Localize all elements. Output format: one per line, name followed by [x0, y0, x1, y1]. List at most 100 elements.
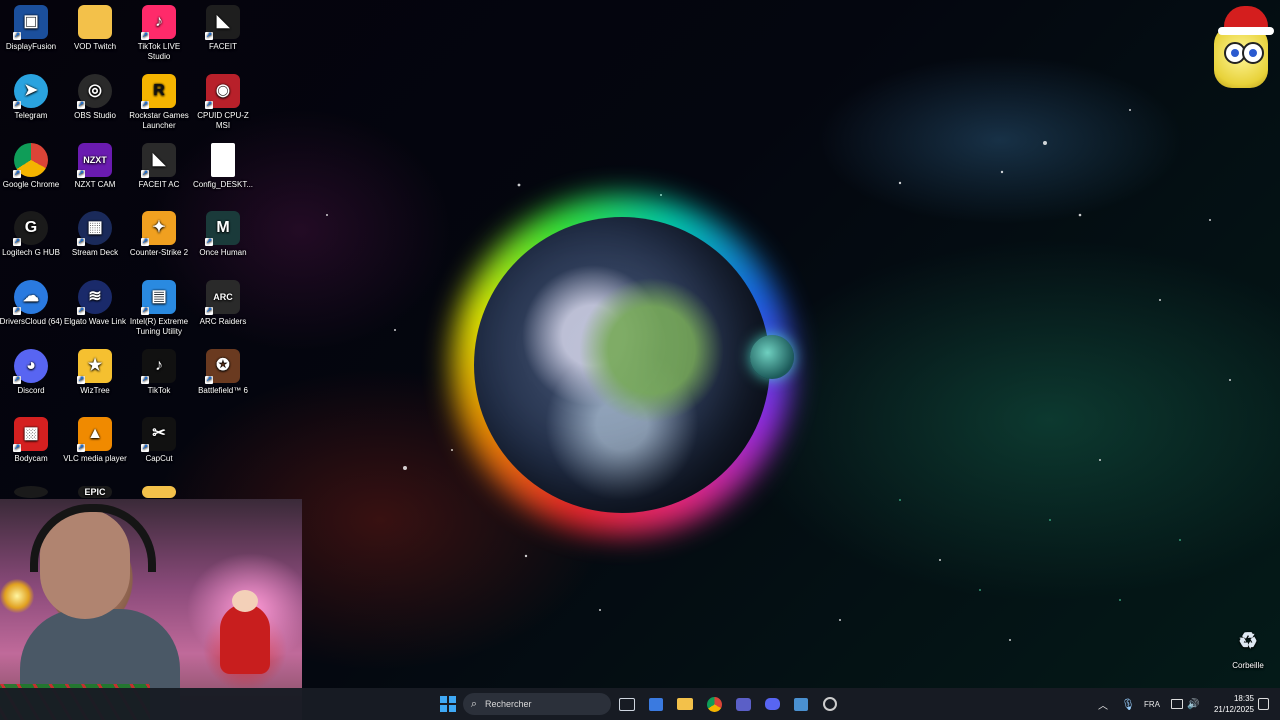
- teams-button[interactable]: [731, 692, 755, 716]
- taskbar: ⌕ Rechercher ︿ 🎙 FRA 🔊 18:35 21/12/2025: [0, 688, 1280, 720]
- desktop-icon-file[interactable]: Config_DESKT...: [191, 143, 255, 190]
- shortcut-arrow-icon: ↗: [13, 238, 21, 246]
- cpuz-icon: [823, 697, 837, 711]
- desktop-icon-tiktok[interactable]: ♪ ↗ TikTok: [127, 349, 191, 396]
- clock[interactable]: 18:35 21/12/2025: [1204, 693, 1254, 715]
- desktop-icon-cpuz[interactable]: ◉ ↗ CPUID CPU-Z MSI: [191, 74, 255, 131]
- desktop-icon-label: Stream Deck: [71, 248, 119, 257]
- epic-games-icon: EPIC: [78, 486, 112, 498]
- shortcut-arrow-icon: ↗: [205, 101, 213, 109]
- desktop-icon-obs[interactable]: ◎ ↗ OBS Studio: [63, 74, 127, 121]
- chrome-icon: [706, 696, 722, 712]
- notifications-button[interactable]: [1258, 688, 1269, 720]
- cpuz-taskbar-button[interactable]: [818, 692, 842, 716]
- desktop-icon-wave-link[interactable]: ≋ ↗ Elgato Wave Link: [63, 280, 127, 327]
- file-explorer-icon: [677, 698, 693, 710]
- desktop-icon-intel-xtu[interactable]: ▤ ↗ Intel(R) Extreme Tuning Utility: [127, 280, 191, 337]
- desktop-icon-label: Bodycam: [14, 454, 48, 463]
- tiktok-icon: ♪ ↗: [141, 349, 176, 384]
- desktop-icon-faceit-ac[interactable]: ◣ ↗ FACEIT AC: [127, 143, 191, 190]
- tray-overflow-button[interactable]: ︿: [1098, 688, 1108, 720]
- volume-icon: 🔊: [1187, 698, 1200, 710]
- shortcut-arrow-icon: ↗: [77, 376, 85, 384]
- cs2-icon: ✦ ↗: [141, 211, 176, 246]
- desktop-icon-displayfusion[interactable]: ▣ ↗ DisplayFusion: [0, 5, 63, 52]
- discord-taskbar-button[interactable]: [760, 692, 784, 716]
- desktop-icon-recycle-bin[interactable]: ♻ Corbeille: [1216, 624, 1280, 671]
- desktop-icon-logitech[interactable]: G ↗ Logitech G HUB: [0, 211, 63, 258]
- chrome-taskbar-button[interactable]: [702, 692, 726, 716]
- desktop-icon-label: FACEIT: [208, 42, 237, 51]
- desktop-icon-nzxt[interactable]: NZXT ↗ NZXT CAM: [63, 143, 127, 190]
- volume-button[interactable]: 🔊: [1187, 688, 1199, 720]
- shortcut-arrow-icon: ↗: [13, 101, 21, 109]
- microphone-indicator[interactable]: 🎙: [1121, 688, 1135, 720]
- desktop-icon-label: OBS Studio: [74, 111, 116, 120]
- shortcut-arrow-icon: ↗: [77, 307, 85, 315]
- desktop-icon-battlefield[interactable]: ✪ ↗ Battlefield™ 6: [191, 349, 255, 396]
- desktop-icon-telegram[interactable]: ➤ ↗ Telegram: [0, 74, 63, 121]
- logitech-icon: G ↗: [13, 211, 48, 246]
- shortcut-arrow-icon: ↗: [13, 444, 21, 452]
- capcut-icon: ✂ ↗: [141, 417, 176, 452]
- control-panel-icon: [794, 697, 808, 711]
- search-placeholder: Rechercher: [485, 699, 532, 709]
- shortcut-arrow-icon: ↗: [205, 32, 213, 40]
- desktop-icon-label: WizTree: [80, 386, 110, 395]
- wiztree-icon: ★ ↗: [77, 349, 112, 384]
- language-indicator[interactable]: FRA: [1144, 688, 1160, 720]
- desktop-icon-label: DriversCloud (64): [0, 317, 63, 326]
- desktop-icon-faceit[interactable]: ◣ ↗ FACEIT: [191, 5, 255, 52]
- desktop-icon-capcut[interactable]: ✂ ↗ CapCut: [127, 417, 191, 464]
- earth-planet: [474, 217, 770, 513]
- desktop-icon-label: VLC media player: [63, 454, 127, 463]
- network-button[interactable]: [1171, 688, 1183, 720]
- desktop-icon-label: NZXT CAM: [74, 180, 116, 189]
- network-icon: [1171, 699, 1183, 709]
- desktop-icon-discord[interactable]: ◕ ↗ Discord: [0, 349, 63, 396]
- control-panel-button[interactable]: [789, 692, 813, 716]
- desktop-icon-cs2[interactable]: ✦ ↗ Counter-Strike 2: [127, 211, 191, 258]
- desktop-icon-label: Elgato Wave Link: [64, 317, 126, 326]
- recycle-bin-label: Corbeille: [1232, 661, 1264, 670]
- arc-raiders-icon: ARC ↗: [205, 280, 240, 315]
- tiktok-live-icon: ♪ ↗: [141, 5, 176, 40]
- language-label: FRA: [1144, 699, 1160, 709]
- microphone-icon: 🎙: [1121, 698, 1135, 711]
- ring-light: [0, 579, 34, 613]
- start-button[interactable]: [436, 692, 460, 716]
- taskbar-search-box[interactable]: ⌕ Rechercher: [463, 693, 611, 715]
- desktop-icon-label: Battlefield™ 6: [198, 386, 248, 395]
- shortcut-arrow-icon: ↗: [77, 170, 85, 178]
- desktop-icon-wiztree[interactable]: ★ ↗ WizTree: [63, 349, 127, 396]
- shortcut-arrow-icon: ↗: [141, 101, 149, 109]
- task-view-button[interactable]: [615, 692, 639, 716]
- desktop-icon-bodycam[interactable]: ▩ ↗ Bodycam: [0, 417, 63, 464]
- desktop-icon-label: Once Human: [199, 248, 247, 257]
- desktop-icon-chrome[interactable]: ↗ Google Chrome: [0, 143, 63, 190]
- desktop-icon-driverscloud[interactable]: ☁ ↗ DriversCloud (64): [0, 280, 63, 327]
- app-icon: [14, 486, 48, 498]
- desktop-icon-vlc[interactable]: ▲ ↗ VLC media player: [63, 417, 127, 464]
- file-explorer-button[interactable]: [673, 692, 697, 716]
- shortcut-arrow-icon: ↗: [205, 238, 213, 246]
- shortcut-arrow-icon: ↗: [13, 170, 21, 178]
- desktop-icon-label: FACEIT AC: [138, 180, 180, 189]
- desktop-icon-folder[interactable]: VOD Twitch: [63, 5, 127, 52]
- desktop-icon-label: CapCut: [145, 454, 173, 463]
- desktop-icon-rockstar[interactable]: R ↗ Rockstar Games Launcher: [127, 74, 191, 131]
- bodycam-icon: ▩ ↗: [13, 417, 48, 452]
- intel-xtu-icon: ▤ ↗: [141, 280, 176, 315]
- spongebob-sticker: [1210, 6, 1274, 88]
- santa-plush: [220, 590, 270, 674]
- shortcut-arrow-icon: ↗: [141, 170, 149, 178]
- folder-icon: [78, 5, 112, 39]
- moon: [750, 335, 794, 379]
- teams-icon: [735, 697, 751, 711]
- desktop-icon-arc-raiders[interactable]: ARC ↗ ARC Raiders: [191, 280, 255, 327]
- store-button[interactable]: [644, 692, 668, 716]
- once-human-icon: M ↗: [205, 211, 240, 246]
- desktop-icon-once-human[interactable]: M ↗ Once Human: [191, 211, 255, 258]
- desktop-icon-tiktok-live[interactable]: ♪ ↗ TikTok LIVE Studio: [127, 5, 191, 62]
- desktop-icon-stream-deck[interactable]: ▦ ↗ Stream Deck: [63, 211, 127, 258]
